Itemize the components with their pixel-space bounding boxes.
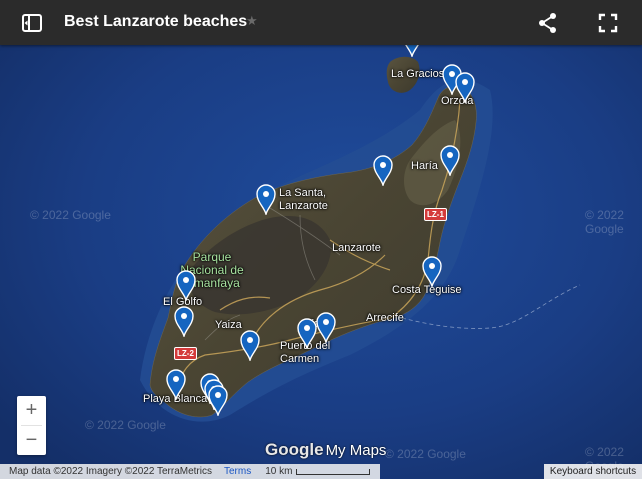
keyboard-shortcuts-button[interactable]: Keyboard shortcuts [544,464,642,479]
beach-marker-10[interactable] [239,329,261,361]
road-badge-lz1: LZ-1 [424,208,447,221]
beach-marker-4[interactable] [372,154,394,186]
beach-marker-6[interactable] [255,183,277,215]
share-icon[interactable] [536,11,560,35]
beach-marker-13[interactable] [165,368,187,400]
road-badge-lz2: LZ-2 [174,347,197,360]
scale-label[interactable]: 10 km [265,466,292,477]
map-watermark: © 2022 Google [85,418,166,432]
map-attribution: Map data ©2022 Imagery ©2022 TerraMetric… [0,464,380,479]
google-my-maps-logo[interactable]: Google My Maps [265,440,386,460]
place-haria: Haría [411,160,438,172]
beach-marker-7[interactable] [421,255,443,287]
attribution-text: Map data ©2022 Imagery ©2022 TerraMetric… [9,466,212,477]
satellite-map[interactable] [0,0,642,479]
star-icon[interactable]: ★ [246,13,258,29]
beach-marker-9[interactable] [173,305,195,337]
beach-marker-8[interactable] [175,269,197,301]
beach-marker-5[interactable] [439,144,461,176]
beach-marker-12[interactable] [315,311,337,343]
map-watermark: © 2022 Google [30,208,111,222]
zoom-out-button[interactable]: − [17,426,46,455]
panel-toggle-icon[interactable] [20,11,44,35]
place-lanzarote: Lanzarote [332,242,381,254]
fullscreen-icon[interactable] [596,11,620,35]
beach-marker-3[interactable] [454,71,476,103]
beach-marker-16[interactable] [207,384,229,416]
zoom-in-button[interactable]: + [17,396,46,425]
zoom-controls: + − [17,396,46,455]
logo-mymaps-text: My Maps [325,441,387,459]
scale-bar [296,468,371,475]
place-yaiza: Yaiza [215,319,242,331]
map-watermark: © 2022 Google [585,208,624,236]
map-watermark: © 2022 Google [385,447,466,461]
place-la-santa: La Santa, Lanzarote [279,187,328,212]
map-header: Best Lanzarote beaches ★ [0,0,642,45]
place-arrecife: Arrecife [366,312,404,324]
logo-google-text: Google [265,440,324,459]
map-title: Best Lanzarote beaches [64,13,248,30]
terms-link[interactable]: Terms [224,466,251,477]
